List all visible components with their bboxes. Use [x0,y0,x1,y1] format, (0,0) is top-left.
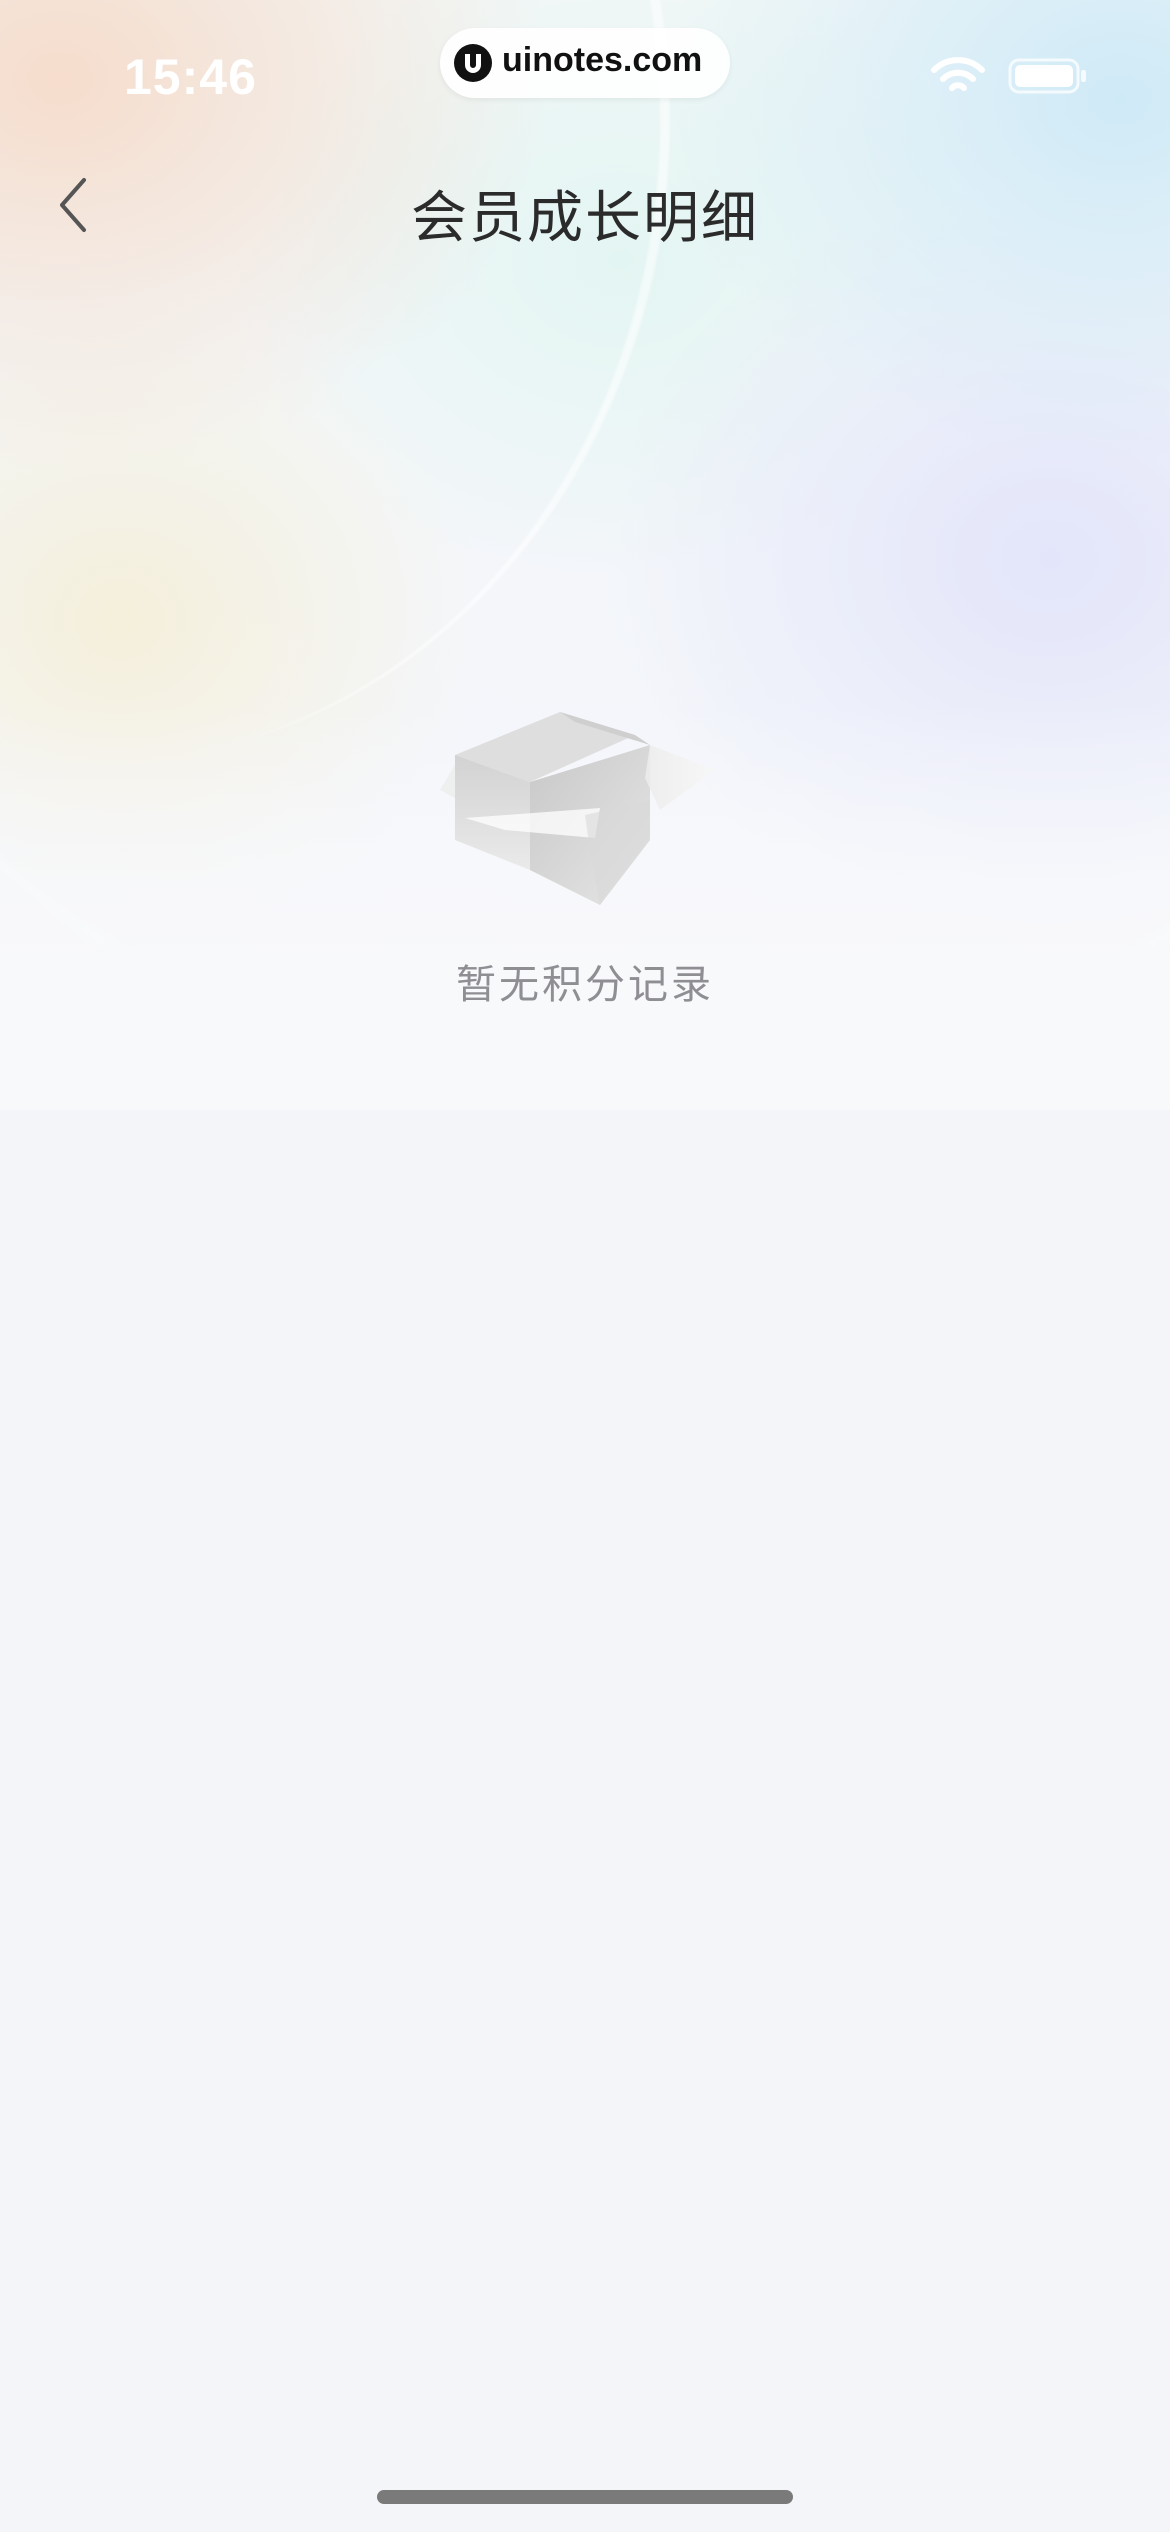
wifi-icon [930,56,986,96]
page-title: 会员成长明细 [411,186,759,251]
navigation-bar: 会员成长明细 [0,145,1170,265]
url-pill: uinotes.com [440,28,730,98]
empty-state-message: 暂无积分记录 [456,962,714,1008]
screen: 15:46 uinotes.com 会员成长明细 暂无积分记录 [0,0,1170,2532]
battery-icon [1008,58,1088,94]
status-time: 15:46 [124,49,257,105]
url-text: uinotes.com [502,41,703,79]
empty-box-icon [425,700,745,920]
uinotes-logo-icon [454,44,492,82]
status-bar: 15:46 uinotes.com [0,0,1170,145]
home-indicator[interactable] [377,2490,793,2504]
empty-state: 暂无积分记录 [0,690,1170,1030]
